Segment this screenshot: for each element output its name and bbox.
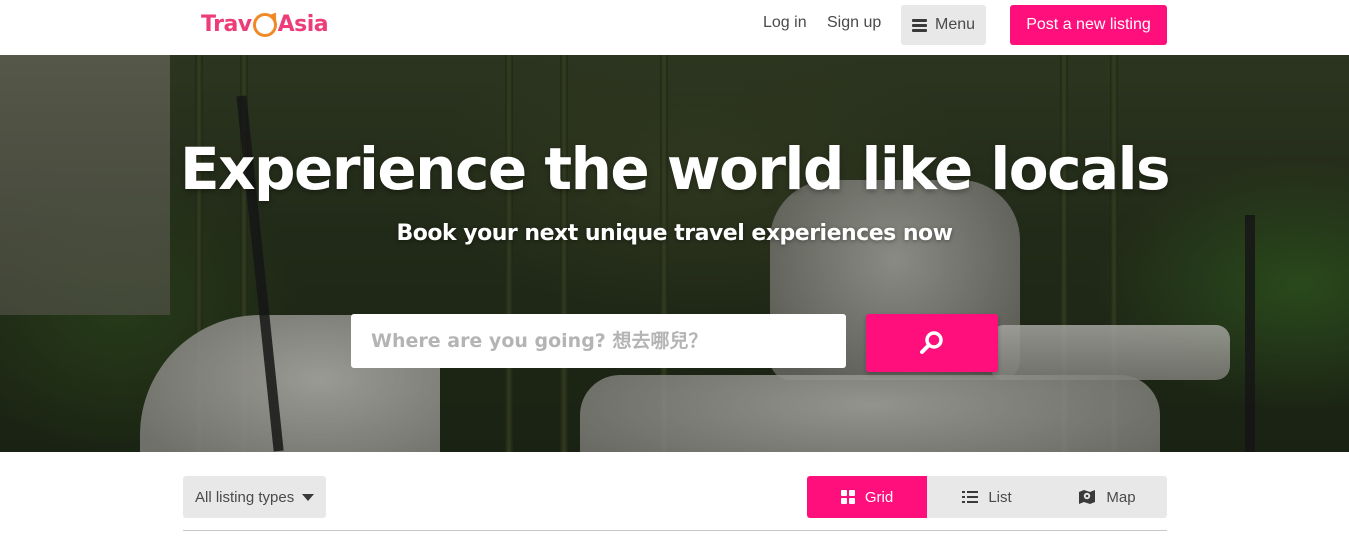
grid-view-label: Grid	[864, 488, 894, 506]
hamburger-icon	[911, 18, 927, 32]
map-view-label: Map	[1106, 488, 1136, 506]
listing-filter-bar: All listing types Grid List Map	[183, 476, 1167, 531]
login-link[interactable]: Log in	[763, 14, 807, 32]
map-view-button[interactable]: Map	[1047, 476, 1167, 518]
location-search-input[interactable]	[351, 314, 846, 368]
view-mode-toggle: Grid List Map	[807, 476, 1167, 518]
signup-link[interactable]: Sign up	[827, 14, 881, 32]
grid-view-button[interactable]: Grid	[807, 476, 927, 518]
grid-icon	[840, 490, 855, 504]
menu-button-label: Menu	[934, 16, 976, 33]
logo-ring-icon	[252, 13, 277, 37]
list-view-button[interactable]: List	[927, 476, 1047, 518]
search-icon	[920, 331, 943, 354]
list-icon	[962, 491, 978, 503]
map-icon	[1079, 490, 1096, 504]
search-button[interactable]	[866, 314, 998, 372]
hero-subtitle: Book your next unique travel experiences…	[396, 221, 953, 246]
logo-text-end: Asia	[277, 11, 329, 37]
hero-banner: Experience the world like locals Book yo…	[0, 55, 1349, 452]
logo-text-start: Trav	[201, 11, 252, 37]
hero-overlay	[0, 55, 1349, 452]
caret-down-icon	[302, 493, 315, 501]
travoasia-logo[interactable]: Trav Asia	[201, 8, 329, 40]
post-new-listing-button[interactable]: Post a new listing	[1010, 5, 1167, 45]
top-navigation-bar: Trav Asia Log in Sign up Menu Post a new…	[0, 0, 1349, 55]
list-view-label: List	[988, 488, 1012, 506]
listing-types-dropdown[interactable]: All listing types	[183, 476, 326, 518]
menu-button[interactable]: Menu	[901, 5, 986, 45]
listing-types-label: All listing types	[195, 488, 295, 506]
hero-title: Experience the world like locals	[179, 135, 1171, 203]
